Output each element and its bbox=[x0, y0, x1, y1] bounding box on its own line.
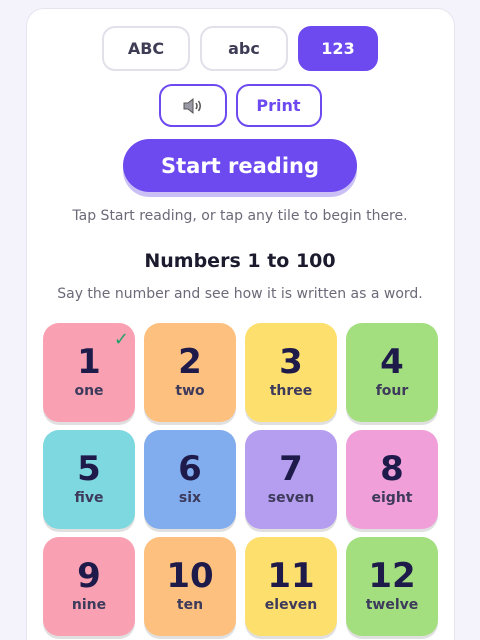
tile-word: nine bbox=[71, 597, 107, 613]
tile-word: one bbox=[74, 383, 104, 399]
tile-number: 7 bbox=[279, 449, 303, 489]
mode-button-lowercase[interactable]: abc bbox=[200, 26, 288, 71]
number-tile[interactable]: 9 nine bbox=[43, 537, 135, 636]
tile-word: ten bbox=[176, 597, 204, 613]
tile-word: seven bbox=[267, 490, 315, 506]
tile-word: three bbox=[269, 383, 313, 399]
checkmark-icon: ✓ bbox=[113, 329, 129, 350]
tile-number: 2 bbox=[178, 342, 202, 382]
number-tile[interactable]: 1 one ✓ bbox=[43, 323, 135, 422]
tile-word: six bbox=[178, 490, 202, 506]
tile-number: 6 bbox=[178, 449, 202, 489]
number-tile[interactable]: 2 two bbox=[144, 323, 236, 422]
number-tile[interactable]: 12 twelve bbox=[346, 537, 438, 636]
print-button[interactable]: Print bbox=[235, 84, 322, 127]
case-mode-selector: ABC abc 123 bbox=[0, 26, 480, 71]
number-tile[interactable]: 7 seven bbox=[245, 430, 337, 529]
tile-word: five bbox=[74, 490, 104, 506]
tile-number: 9 bbox=[77, 556, 101, 596]
tile-number: 10 bbox=[166, 556, 214, 596]
section-subtitle: Say the number and see how it is written… bbox=[57, 286, 423, 302]
tile-number: 1 bbox=[77, 342, 101, 382]
start-reading-button[interactable]: Start reading bbox=[123, 139, 357, 192]
tile-number: 8 bbox=[380, 449, 404, 489]
tile-word: eight bbox=[371, 490, 413, 506]
tile-number: 11 bbox=[267, 556, 315, 596]
number-tile[interactable]: 6 six bbox=[144, 430, 236, 529]
toolbar: Print bbox=[0, 84, 480, 127]
tile-word: four bbox=[375, 383, 409, 399]
tile-number: 12 bbox=[368, 556, 416, 596]
mode-button-uppercase[interactable]: ABC bbox=[102, 26, 190, 71]
sound-button[interactable] bbox=[158, 84, 227, 127]
instruction-hint: Tap Start reading, or tap any tile to be… bbox=[72, 208, 408, 224]
number-tile[interactable]: 8 eight bbox=[346, 430, 438, 529]
section-title: Numbers 1 to 100 bbox=[144, 250, 336, 272]
mode-button-numbers[interactable]: 123 bbox=[298, 26, 378, 71]
tile-number: 5 bbox=[77, 449, 101, 489]
number-tile[interactable]: 11 eleven bbox=[245, 537, 337, 636]
number-tile[interactable]: 3 three bbox=[245, 323, 337, 422]
tile-number: 4 bbox=[380, 342, 404, 382]
number-tile[interactable]: 5 five bbox=[43, 430, 135, 529]
speaker-icon bbox=[183, 97, 201, 114]
tile-number: 3 bbox=[279, 342, 303, 382]
number-tile[interactable]: 10 ten bbox=[144, 537, 236, 636]
tile-word: twelve bbox=[365, 597, 419, 613]
tile-word: two bbox=[175, 383, 205, 399]
number-tile[interactable]: 4 four bbox=[346, 323, 438, 422]
tile-word: eleven bbox=[264, 597, 318, 613]
number-tile-grid: 1 one ✓ 2 two 3 three 4 four 5 five 6 six 7 seven 8 eigh… bbox=[43, 323, 438, 636]
